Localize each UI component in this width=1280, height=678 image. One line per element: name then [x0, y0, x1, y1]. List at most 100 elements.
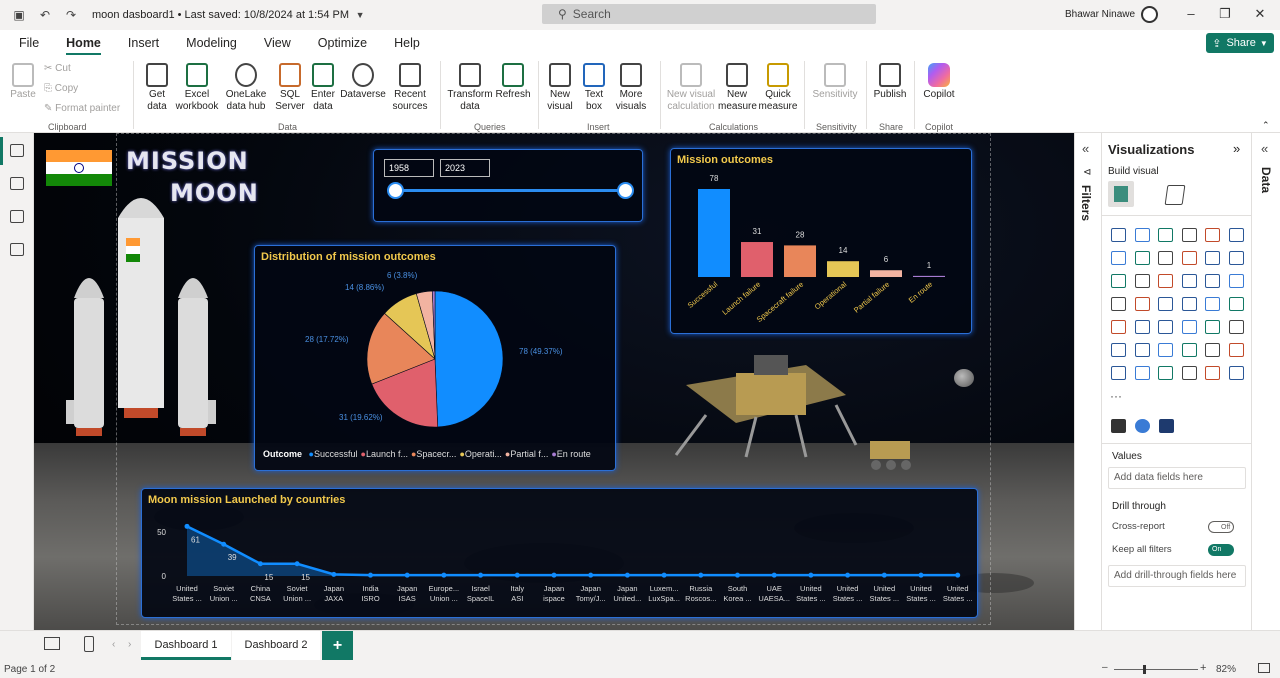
sql-server-button[interactable]: SQL Server	[274, 63, 306, 113]
matrix-icon[interactable]	[1205, 320, 1220, 334]
metrics-icon[interactable]	[1228, 343, 1244, 357]
narrative-icon[interactable]	[1205, 343, 1220, 357]
copilot-button[interactable]: Copilot	[920, 63, 958, 101]
enter-data-button[interactable]: Enter data	[308, 63, 338, 113]
fit-to-page-icon[interactable]	[1258, 663, 1270, 673]
pie-chart-icon[interactable]	[1205, 274, 1220, 288]
get-data-button[interactable]: Get data	[140, 63, 174, 113]
avatar[interactable]	[1141, 6, 1158, 23]
dataverse-button[interactable]: Dataverse	[340, 63, 386, 101]
line-column-chart-icon[interactable]	[1205, 251, 1220, 265]
qna-icon[interactable]	[1181, 343, 1197, 357]
prev-page-icon[interactable]: ‹	[112, 639, 115, 650]
expand-right-icon[interactable]: »	[1233, 141, 1240, 156]
tab-dashboard-2[interactable]: Dashboard 2	[232, 631, 320, 660]
map-icon[interactable]	[1134, 297, 1150, 311]
dax-query-view-icon[interactable]	[10, 243, 24, 256]
goals-icon[interactable]	[1205, 366, 1220, 380]
100-bar-chart-icon[interactable]	[1205, 228, 1220, 242]
clustered-bar-chart-icon[interactable]	[1158, 228, 1173, 242]
paginated-report-icon[interactable]	[1111, 366, 1126, 380]
model-view-icon[interactable]	[10, 210, 24, 223]
format-painter-button[interactable]: ✎ Format painter	[44, 103, 120, 115]
new-visual-button[interactable]: New visual	[544, 63, 576, 113]
stacked-column-chart-icon[interactable]	[1134, 228, 1150, 242]
new-visual-calculation-button[interactable]: New visual calculation	[664, 63, 718, 113]
add-page-button[interactable]: +	[322, 631, 353, 660]
close-icon[interactable]: ✕	[1253, 7, 1267, 21]
tab-dashboard-1[interactable]: Dashboard 1	[141, 631, 231, 660]
undo-icon[interactable]: ↶	[38, 8, 52, 22]
custom-visual-icon[interactable]	[1135, 419, 1150, 433]
menu-file[interactable]: File	[19, 32, 39, 54]
table-view-icon[interactable]	[10, 177, 24, 190]
custom-visual-icon[interactable]	[1159, 419, 1174, 433]
build-visual-tab[interactable]	[1108, 181, 1134, 207]
treemap-icon[interactable]	[1111, 297, 1126, 311]
cross-report-toggle[interactable]: Off	[1208, 521, 1234, 533]
copy-button[interactable]: ⎘ Copy	[44, 83, 78, 95]
transform-data-button[interactable]: Transform data	[446, 63, 494, 113]
menu-optimize[interactable]: Optimize	[318, 32, 367, 54]
stacked-area-chart-icon[interactable]	[1158, 251, 1173, 265]
publish-button[interactable]: Publish	[872, 63, 908, 101]
line-chart-icon[interactable]	[1111, 251, 1126, 265]
ribbon-chart-icon[interactable]	[1111, 274, 1126, 288]
paste-button[interactable]: Paste	[8, 63, 38, 101]
key-influencers-icon[interactable]	[1134, 343, 1150, 357]
python-visual-icon[interactable]	[1111, 343, 1126, 357]
document-title[interactable]: moon dasboard1 • Last saved: 10/8/2024 a…	[92, 9, 349, 21]
zoom-in-icon[interactable]: +	[1200, 662, 1206, 674]
redo-icon[interactable]: ↷	[64, 8, 78, 22]
quick-measure-button[interactable]: Quick measure	[758, 63, 798, 113]
collapse-left-icon[interactable]: «	[1261, 141, 1268, 156]
r-visual-icon[interactable]	[1228, 320, 1244, 334]
power-apps-icon[interactable]	[1134, 366, 1150, 380]
search-input[interactable]: ⚲ Search	[542, 4, 876, 24]
slicer-icon[interactable]	[1158, 320, 1173, 334]
stacked-bar-chart-icon[interactable]	[1111, 228, 1126, 242]
menu-help[interactable]: Help	[394, 32, 420, 54]
menu-home[interactable]: Home	[66, 32, 101, 56]
format-visual-icon[interactable]	[1164, 185, 1186, 205]
100-column-chart-icon[interactable]	[1228, 228, 1244, 242]
refresh-button[interactable]: Refresh	[494, 63, 532, 101]
chevron-down-icon[interactable]: ▼	[353, 8, 367, 22]
smart-narrative-icon[interactable]	[1228, 366, 1244, 380]
maximize-icon[interactable]: ❐	[1218, 7, 1232, 21]
cut-button[interactable]: ✂ Cut	[44, 63, 71, 75]
menu-view[interactable]: View	[264, 32, 291, 54]
mobile-layout-icon[interactable]	[84, 636, 94, 652]
recent-sources-button[interactable]: Recent sources	[388, 63, 432, 113]
share-button[interactable]: ⇪ Share ▼	[1206, 33, 1274, 53]
clustered-column-chart-icon[interactable]	[1181, 228, 1197, 242]
donut-chart-icon[interactable]	[1228, 274, 1244, 288]
menu-insert[interactable]: Insert	[128, 32, 159, 54]
gauge-icon[interactable]	[1205, 297, 1220, 311]
excel-button[interactable]: Excel workbook	[174, 63, 220, 113]
minimize-icon[interactable]: –	[1184, 7, 1198, 21]
onelake-button[interactable]: OneLake data hub	[220, 63, 272, 113]
zoom-slider[interactable]	[1114, 669, 1198, 670]
card-icon[interactable]	[1228, 297, 1244, 311]
table-icon[interactable]	[1181, 320, 1197, 334]
zoom-slider-handle[interactable]	[1143, 665, 1146, 674]
more-visuals-button[interactable]: More visuals	[610, 63, 652, 113]
power-automate-icon[interactable]	[1158, 366, 1173, 380]
collapse-left-icon[interactable]: «	[1082, 141, 1089, 156]
report-view-icon[interactable]	[10, 144, 24, 157]
drill-through-field-well[interactable]: Add drill-through fields here	[1108, 565, 1246, 587]
waterfall-chart-icon[interactable]	[1134, 274, 1150, 288]
report-canvas[interactable]: MISSION MOON 1958 2023 Distribution of m…	[34, 133, 1074, 630]
scatter-chart-icon[interactable]	[1181, 274, 1197, 288]
zoom-out-icon[interactable]: –	[1102, 662, 1108, 673]
azure-map-icon[interactable]	[1181, 297, 1197, 311]
line-clustered-chart-icon[interactable]	[1228, 251, 1244, 265]
keep-filters-toggle[interactable]: On	[1208, 544, 1234, 556]
save-icon[interactable]: ▣	[12, 8, 26, 22]
desktop-layout-icon[interactable]	[44, 637, 60, 650]
area-chart-icon[interactable]	[1134, 251, 1150, 265]
100-area-chart-icon[interactable]	[1181, 251, 1197, 265]
data-pane-collapsed[interactable]: « Data	[1251, 133, 1280, 630]
next-page-icon[interactable]: ›	[128, 639, 131, 650]
